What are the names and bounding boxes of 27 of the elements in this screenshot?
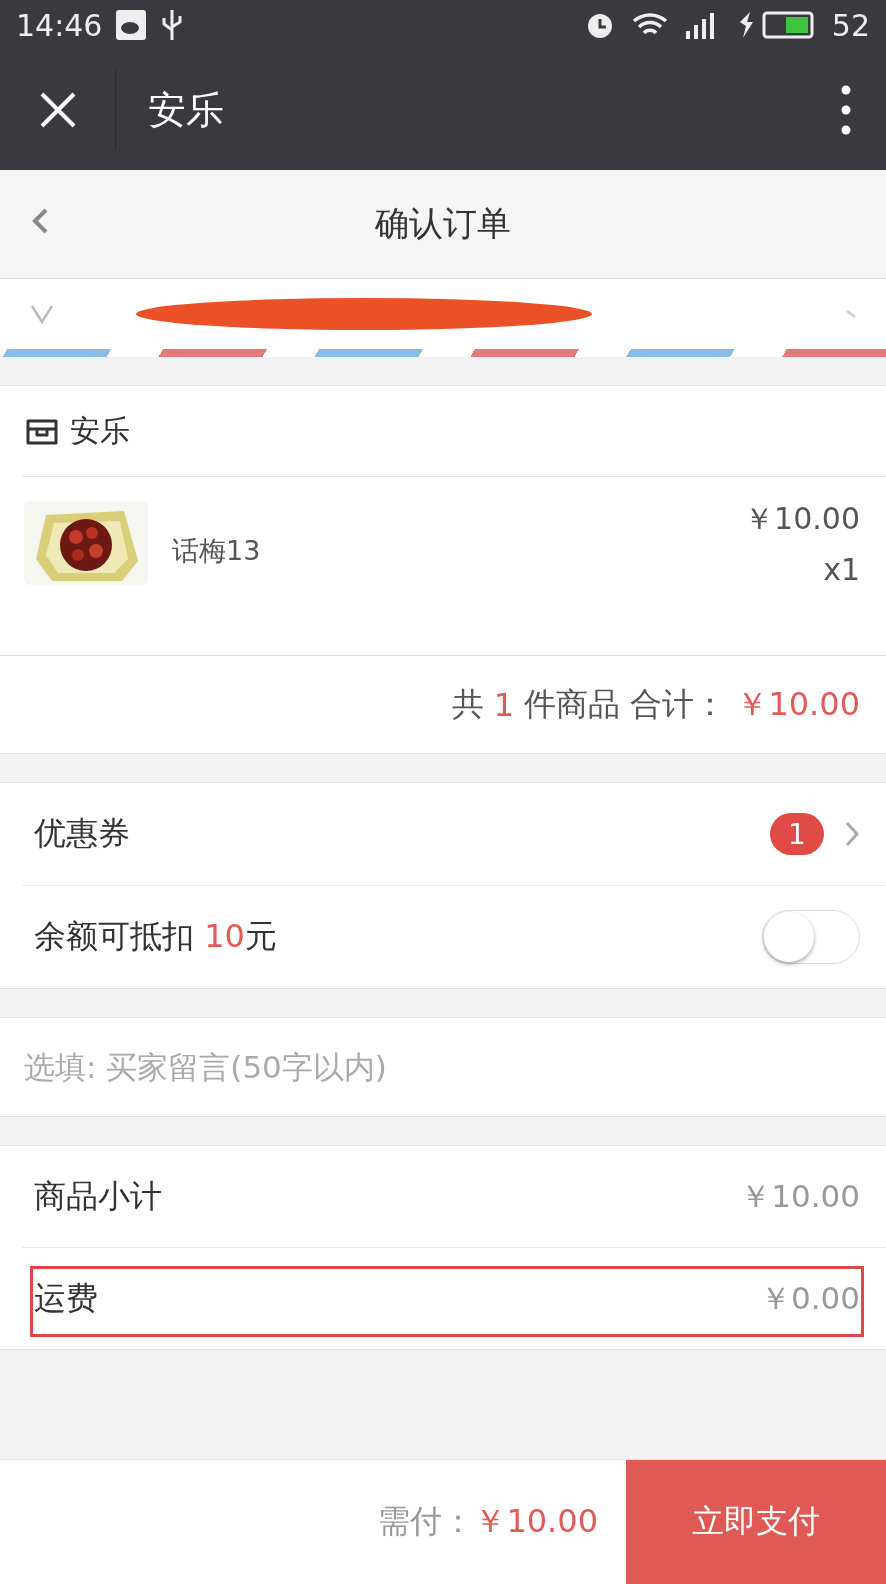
product-name: 话梅13 [172,534,262,568]
summary-value: ￥0.00 [759,1278,860,1318]
coupon-count-badge: 1 [770,813,824,855]
usb-icon [160,8,185,42]
product-price: ￥10.00 [744,500,860,538]
product-quantity: x1 [823,552,860,587]
coupon-label: 优惠券 [34,813,131,854]
page-title: 确认订单 [375,202,511,245]
battery-level: 52 [831,7,870,43]
shop-name: 安乐 [70,411,130,450]
status-time: 14:46 [16,7,103,43]
amount-due: 需付：￥10.00 [377,1501,599,1542]
weibo-icon [116,10,147,40]
pay-button[interactable]: 立即支付 [626,1460,886,1584]
message-field[interactable]: 选填: 买家留言(50字以内) [0,1017,886,1117]
balance-toggle[interactable] [762,910,860,964]
balance-label: 余额可抵扣 10元 [34,916,278,957]
total-label: 共 [451,683,484,725]
location-icon [30,304,54,324]
total-label: 件商品 合计： [524,683,727,725]
more-icon[interactable] [841,85,851,135]
order-total: ￥10.00 [736,683,860,725]
summary-label: 商品小计 [34,1175,163,1217]
app-title: 安乐 [148,86,225,134]
summary-label: 运费 [34,1277,99,1319]
summary-value: ￥10.00 [740,1176,860,1216]
item-count: 1 [493,685,515,724]
